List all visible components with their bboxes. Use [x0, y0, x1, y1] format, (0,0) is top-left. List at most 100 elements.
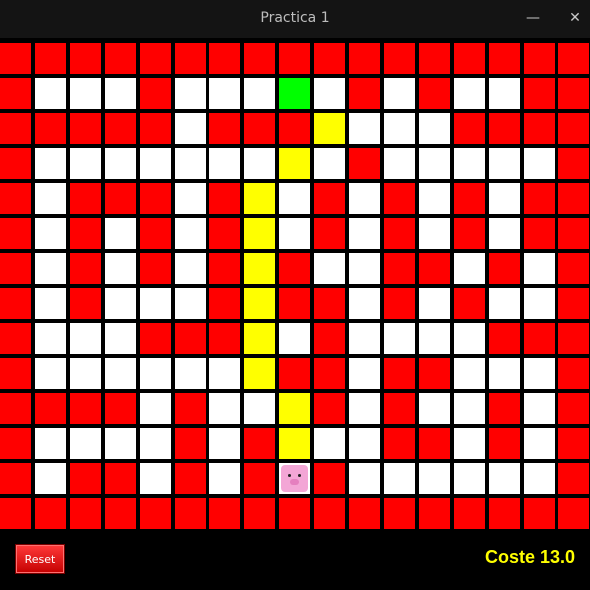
free-cell — [489, 288, 520, 319]
wall-cell — [384, 218, 415, 249]
free-cell — [524, 253, 555, 284]
wall-cell — [175, 43, 206, 74]
free-cell — [349, 463, 380, 494]
free-cell — [349, 288, 380, 319]
wall-cell — [314, 463, 345, 494]
free-cell — [105, 323, 136, 354]
wall-cell — [105, 183, 136, 214]
free-cell — [209, 428, 240, 459]
wall-cell — [419, 428, 450, 459]
wall-cell — [524, 78, 555, 109]
wall-cell — [384, 358, 415, 389]
free-cell — [419, 183, 450, 214]
free-cell — [349, 323, 380, 354]
free-cell — [314, 253, 345, 284]
wall-cell — [0, 358, 31, 389]
free-cell — [35, 428, 66, 459]
wall-cell — [279, 498, 310, 529]
pig-eye — [298, 474, 301, 477]
wall-cell — [419, 43, 450, 74]
close-button[interactable]: ✕ — [561, 6, 589, 30]
wall-cell — [524, 323, 555, 354]
wall-cell — [419, 498, 450, 529]
cost-display: Coste 13.0 — [484, 547, 575, 567]
free-cell — [314, 78, 345, 109]
wall-cell — [35, 498, 66, 529]
wall-cell — [244, 43, 275, 74]
wall-cell — [489, 428, 520, 459]
wall-cell — [314, 498, 345, 529]
wall-cell — [314, 183, 345, 214]
free-cell — [349, 358, 380, 389]
wall-cell — [140, 323, 171, 354]
free-cell — [524, 358, 555, 389]
wall-cell — [279, 113, 310, 144]
free-cell — [175, 113, 206, 144]
wall-cell — [314, 393, 345, 424]
free-cell — [454, 463, 485, 494]
free-cell — [279, 323, 310, 354]
wall-cell — [349, 148, 380, 179]
free-cell — [384, 463, 415, 494]
free-cell — [140, 148, 171, 179]
wall-cell — [140, 78, 171, 109]
wall-cell — [384, 288, 415, 319]
free-cell — [524, 148, 555, 179]
path-cell — [244, 358, 275, 389]
wall-cell — [175, 428, 206, 459]
path-cell — [244, 183, 275, 214]
minimize-button[interactable]: — — [519, 6, 547, 30]
wall-cell — [419, 253, 450, 284]
wall-cell — [558, 113, 589, 144]
free-cell — [35, 218, 66, 249]
free-cell — [524, 288, 555, 319]
free-cell — [454, 393, 485, 424]
wall-cell — [209, 253, 240, 284]
free-cell — [175, 148, 206, 179]
free-cell — [209, 463, 240, 494]
wall-cell — [314, 323, 345, 354]
path-cell — [244, 253, 275, 284]
free-cell — [35, 183, 66, 214]
wall-cell — [384, 253, 415, 284]
wall-cell — [0, 498, 31, 529]
wall-cell — [105, 393, 136, 424]
wall-cell — [314, 288, 345, 319]
wall-cell — [0, 113, 31, 144]
reset-button[interactable]: Reset — [15, 544, 65, 574]
wall-cell — [558, 463, 589, 494]
goal-cell — [279, 78, 310, 109]
free-cell — [175, 253, 206, 284]
free-cell — [209, 148, 240, 179]
wall-cell — [209, 323, 240, 354]
wall-cell — [70, 463, 101, 494]
wall-cell — [175, 463, 206, 494]
free-cell — [489, 183, 520, 214]
path-cell — [279, 148, 310, 179]
free-cell — [314, 428, 345, 459]
wall-cell — [489, 393, 520, 424]
wall-cell — [558, 428, 589, 459]
free-cell — [70, 78, 101, 109]
free-cell — [35, 253, 66, 284]
free-cell — [454, 78, 485, 109]
free-cell — [105, 428, 136, 459]
free-cell — [244, 78, 275, 109]
wall-cell — [175, 498, 206, 529]
free-cell — [454, 323, 485, 354]
wall-cell — [489, 253, 520, 284]
wall-cell — [349, 43, 380, 74]
wall-cell — [175, 393, 206, 424]
path-cell — [244, 288, 275, 319]
wall-cell — [140, 43, 171, 74]
free-cell — [35, 288, 66, 319]
wall-cell — [558, 43, 589, 74]
wall-cell — [454, 288, 485, 319]
wall-cell — [384, 428, 415, 459]
pig-icon — [281, 465, 308, 492]
wall-cell — [0, 323, 31, 354]
free-cell — [105, 218, 136, 249]
free-cell — [105, 148, 136, 179]
wall-cell — [524, 113, 555, 144]
free-cell — [489, 358, 520, 389]
